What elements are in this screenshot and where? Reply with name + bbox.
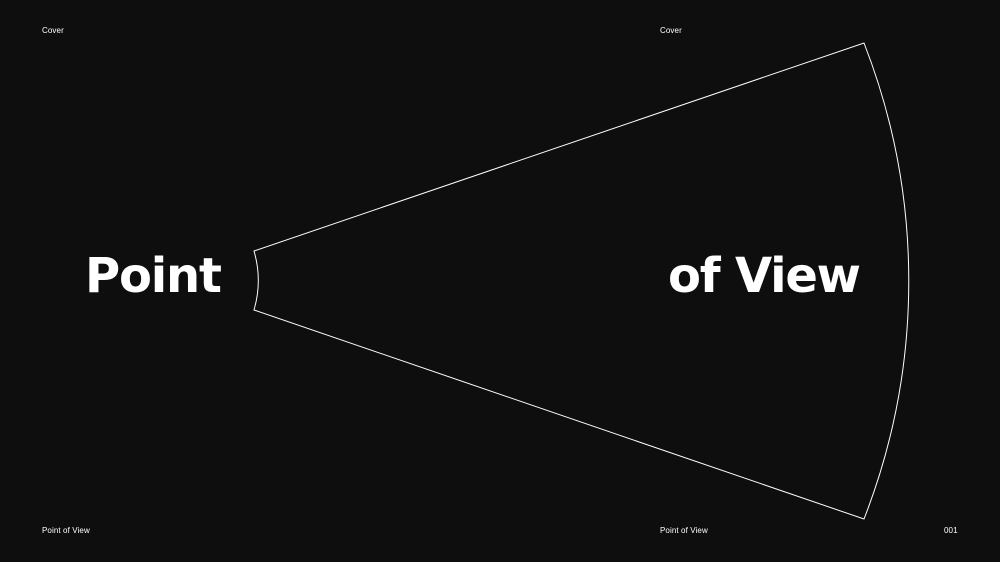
header-label-mid: Cover <box>660 26 682 35</box>
page-number: 001 <box>944 526 958 535</box>
title-right: of View <box>668 248 861 304</box>
footer-label-left: Point of View <box>42 526 90 535</box>
title-left: Point <box>85 248 222 304</box>
footer-label-mid: Point of View <box>660 526 708 535</box>
slide: Cover Cover Point of View Point of View … <box>0 0 1000 562</box>
header-label-left: Cover <box>42 26 64 35</box>
